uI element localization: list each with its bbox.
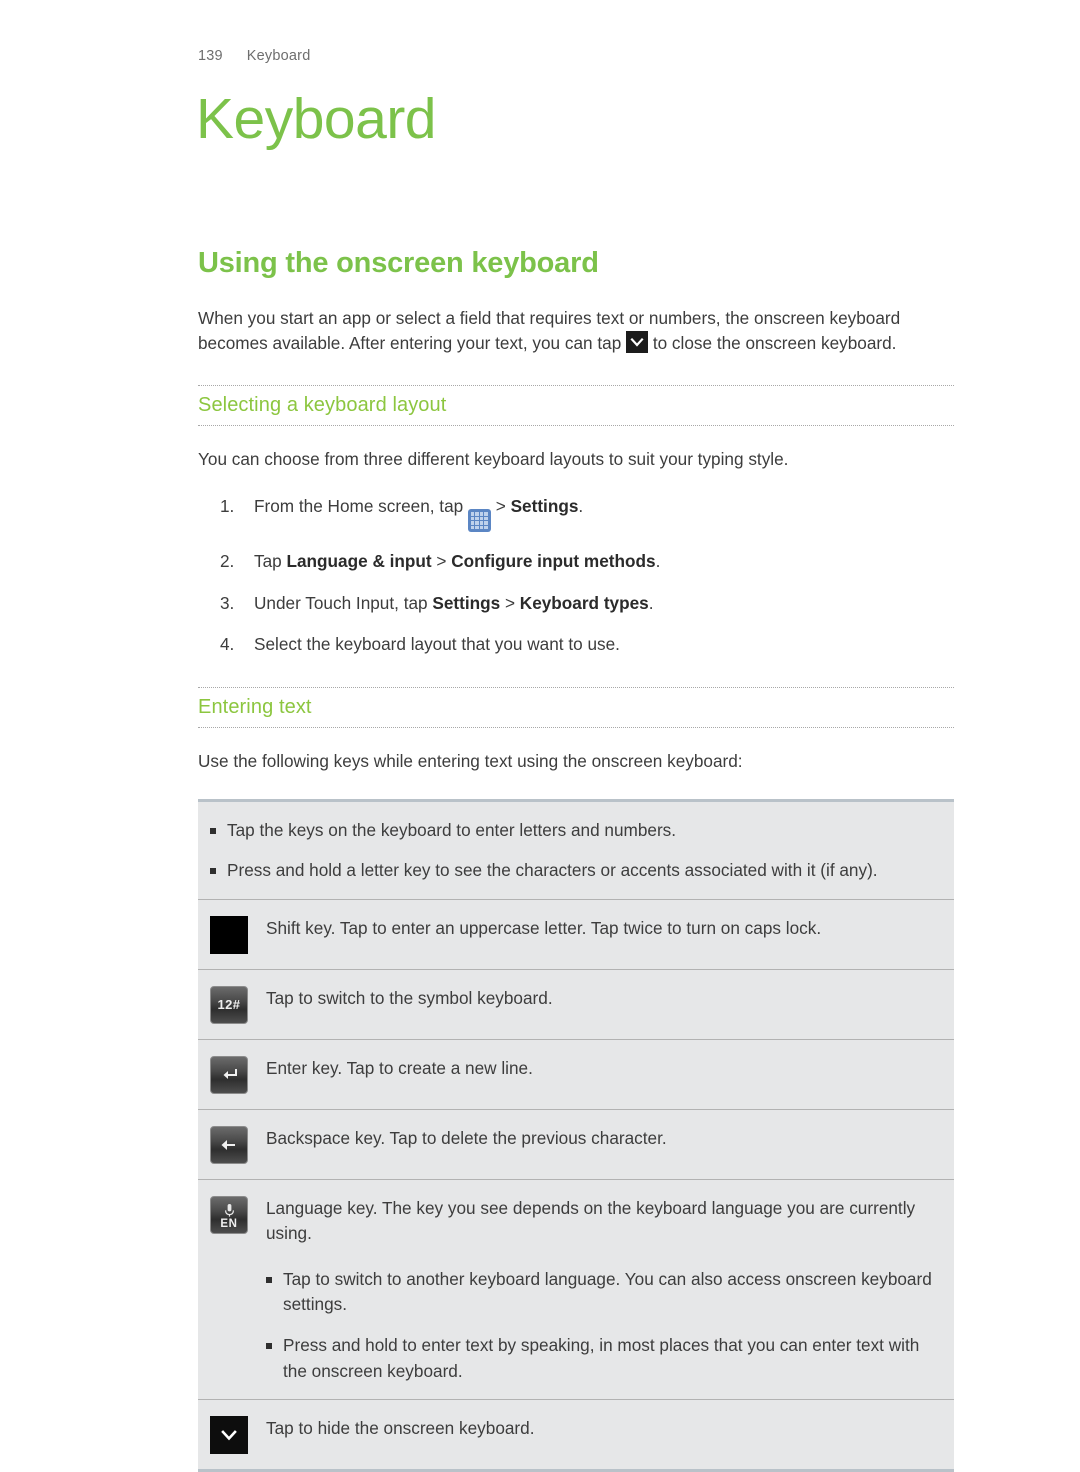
- symbol-key-label: 12#: [217, 997, 241, 1013]
- list-item: Press and hold to enter text by speaking…: [266, 1333, 938, 1384]
- subsection-intro-entering-text: Use the following keys while entering te…: [198, 751, 743, 772]
- app-grid-icon: [467, 509, 491, 533]
- step-number-4: 4.: [220, 634, 235, 655]
- running-header-chapter: Keyboard: [246, 48, 311, 64]
- step-text-4a: Select the keyboard layout that you want…: [254, 634, 620, 655]
- section-heading: Using the onscreen keyboard: [198, 247, 599, 279]
- step-number-3: 3.: [220, 592, 235, 613]
- subsection-selecting-layout: Selecting a keyboard layout You can choo…: [198, 385, 954, 657]
- table-cell-icon: [210, 915, 266, 954]
- symbol-key-icon: 12#: [210, 985, 248, 1024]
- table-cell-icon: 12#: [210, 985, 266, 1024]
- table-row: Shift key. Tap to enter an uppercase let…: [198, 900, 954, 970]
- subsection-heading-selecting-layout: Selecting a keyboard layout: [198, 385, 954, 427]
- step-bold-3a: Settings: [432, 592, 501, 613]
- step-bold-2a: Language & input: [286, 551, 432, 572]
- table-row: 12# Tap to switch to the symbol keyboard…: [198, 970, 954, 1040]
- subsection-intro-selecting-layout: You can choose from three different keyb…: [198, 449, 789, 470]
- table-row: Backspace key. Tap to delete the previou…: [198, 1110, 954, 1180]
- page-content: Using the onscreen keyboard When you sta…: [198, 246, 954, 1472]
- subsection-entering-text: Entering text Use the following keys whi…: [198, 687, 954, 1472]
- table-cell-description: Shift key. Tap to enter an uppercase let…: [266, 917, 822, 938]
- step-text-3b: >: [500, 592, 520, 613]
- step-text-1a: From the Home screen, tap: [254, 495, 464, 516]
- list-item: Tap to switch to another keyboard langua…: [266, 1267, 938, 1318]
- table-cell-description: Tap to hide the onscreen keyboard.: [266, 1418, 535, 1439]
- chevron-down-key-icon: [626, 330, 649, 353]
- step-bold-2b: Configure input methods: [451, 551, 656, 572]
- backspace-key-icon: [210, 1125, 248, 1164]
- step-text-2c: .: [655, 551, 661, 572]
- table-cell-description: Tap the keys on the keyboard to enter le…: [210, 817, 938, 884]
- steps-list-selecting-layout: 1. From the Home screen, tap > Settings. …: [198, 494, 954, 657]
- section-intro-part2: to close the onscreen keyboard.: [652, 332, 897, 353]
- step-text-3c: .: [648, 592, 654, 613]
- step-text-1b: >: [490, 495, 511, 516]
- microphone-icon: [224, 1203, 234, 1217]
- page-number: 139: [198, 48, 223, 64]
- table-cell-icon: [210, 1055, 266, 1094]
- language-key-label: EN: [220, 1217, 238, 1230]
- table-cell-description: Enter key. Tap to create a new line.: [266, 1057, 533, 1078]
- table-cell-description: Backspace key. Tap to delete the previou…: [266, 1127, 667, 1148]
- step-text-3a: Under Touch Input, tap: [254, 592, 433, 613]
- step-item-3: 3. Under Touch Input, tap Settings > Keyb…: [198, 591, 954, 616]
- section-intro-paragraph: When you start an app or select a field …: [198, 306, 954, 355]
- enter-key-icon: [210, 1055, 248, 1094]
- table-row: Enter key. Tap to create a new line.: [198, 1040, 954, 1110]
- table-cell-description: Tap to switch to the symbol keyboard.: [266, 987, 553, 1008]
- step-number-1: 1.: [220, 495, 235, 516]
- shift-key-icon: [210, 915, 248, 954]
- bullet-list: Tap the keys on the keyboard to enter le…: [210, 818, 938, 884]
- table-row: Tap to hide the onscreen keyboard.: [198, 1400, 954, 1469]
- language-key-description: Language key. The key you see depends on…: [266, 1197, 916, 1243]
- step-text-2b: >: [431, 551, 452, 572]
- list-item: Press and hold a letter key to see the c…: [210, 858, 938, 884]
- running-header: 139 Keyboard: [198, 48, 310, 64]
- key-reference-table: Tap the keys on the keyboard to enter le…: [198, 798, 954, 1472]
- step-bold-3b: Keyboard types: [519, 592, 649, 613]
- table-cell-icon: [210, 1415, 266, 1455]
- table-cell-icon: EN: [210, 1195, 266, 1234]
- step-text-1c: .: [578, 495, 584, 516]
- table-row: EN Language key. The key you see depends…: [198, 1180, 954, 1401]
- table-cell-icon: [210, 1125, 266, 1164]
- step-number-2: 2.: [220, 551, 235, 572]
- table-cell-description: Language key. The key you see depends on…: [266, 1195, 938, 1384]
- step-bold-1: Settings: [510, 495, 579, 516]
- list-item: Tap the keys on the keyboard to enter le…: [210, 818, 938, 844]
- step-item-1: 1. From the Home screen, tap > Settings.: [198, 494, 954, 533]
- step-item-2: 2. Tap Language & input > Configure input…: [198, 549, 954, 574]
- step-item-4: 4. Select the keyboard layout that you wa…: [198, 632, 954, 657]
- step-text-2a: Tap: [254, 551, 287, 572]
- table-row: Tap the keys on the keyboard to enter le…: [198, 802, 954, 900]
- language-key-icon: EN: [210, 1195, 248, 1234]
- hide-keyboard-key-icon: [210, 1416, 248, 1455]
- manual-page: 139 Keyboard Keyboard Using the onscreen …: [0, 0, 1080, 1472]
- bullet-list: Tap to switch to another keyboard langua…: [266, 1267, 938, 1384]
- subsection-heading-entering-text: Entering text: [198, 687, 954, 729]
- chapter-title: Keyboard: [196, 87, 437, 151]
